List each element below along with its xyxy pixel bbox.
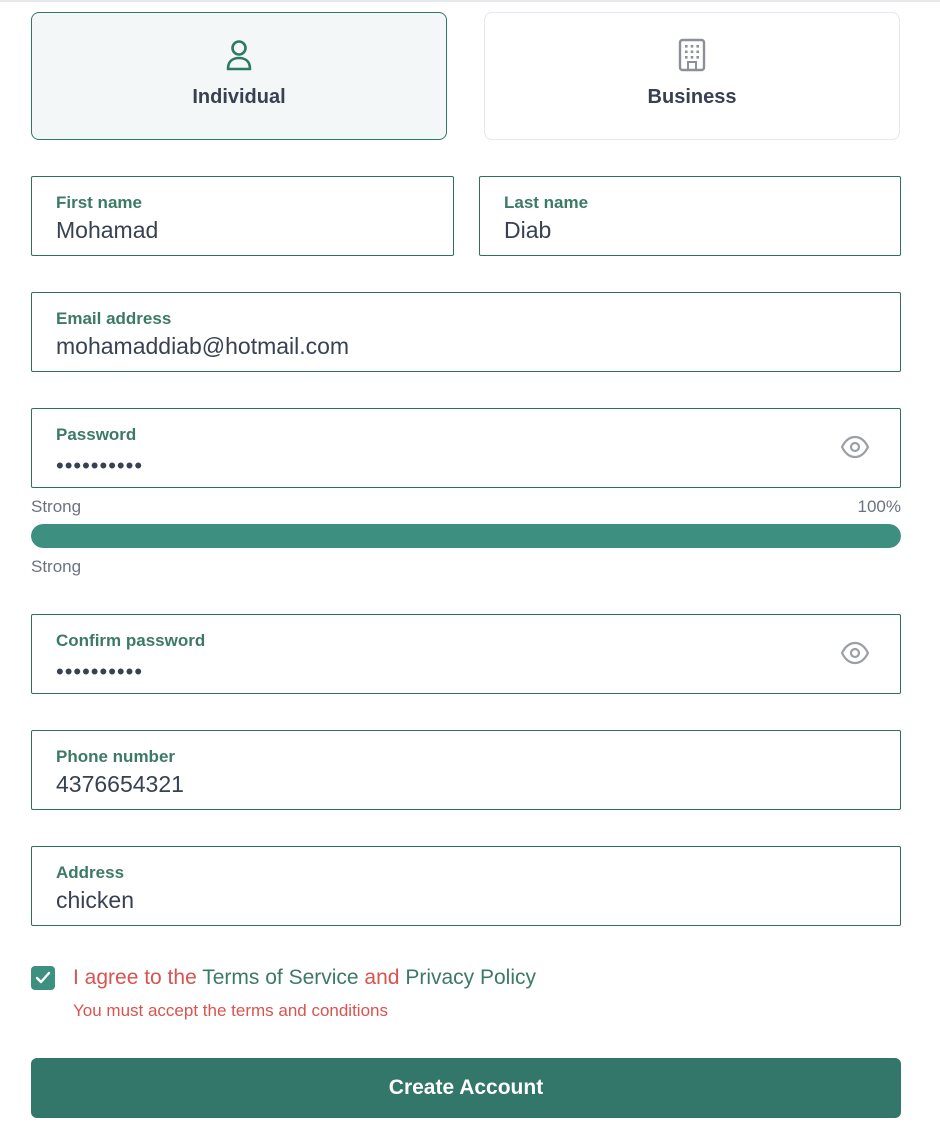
phone-label: Phone number xyxy=(56,747,176,766)
last-name-field[interactable]: Last name xyxy=(479,176,901,256)
checkmark-icon xyxy=(35,971,51,984)
address-label: Address xyxy=(56,863,125,882)
strength-label-bottom: Strong xyxy=(31,557,82,576)
password-field[interactable]: Password •••••••••• xyxy=(31,408,901,488)
terms-of-service-link[interactable]: Terms of Service xyxy=(202,966,358,989)
account-type-business-label: Business xyxy=(647,86,737,108)
show-password-eye-icon[interactable] xyxy=(840,435,870,459)
privacy-policy-link[interactable]: Privacy Policy xyxy=(405,966,536,989)
password-label: Password xyxy=(56,425,137,444)
terms-error-message: You must accept the terms and conditions xyxy=(73,1001,388,1020)
confirm-password-field[interactable]: Confirm password •••••••••• xyxy=(31,614,901,694)
account-type-business[interactable]: Business xyxy=(484,12,900,140)
phone-input[interactable] xyxy=(56,771,836,798)
strength-label-top: Strong xyxy=(31,497,82,516)
password-strength-bar xyxy=(31,524,901,548)
email-input[interactable] xyxy=(56,333,836,360)
email-label: Email address xyxy=(56,309,172,328)
password-strength-fill xyxy=(31,524,901,548)
confirm-password-label: Confirm password xyxy=(56,631,206,650)
terms-text: I agree to the Terms of Service and Priv… xyxy=(73,966,536,990)
password-input[interactable]: •••••••••• xyxy=(56,453,143,479)
person-icon xyxy=(226,40,252,71)
confirm-password-input[interactable]: •••••••••• xyxy=(56,659,143,685)
terms-conjunction: and xyxy=(358,966,406,989)
first-name-input[interactable] xyxy=(56,217,426,244)
address-input[interactable] xyxy=(56,887,836,914)
first-name-label: First name xyxy=(56,193,142,212)
strength-percent: 100% xyxy=(857,497,901,516)
top-divider xyxy=(0,0,940,2)
last-name-input[interactable] xyxy=(504,217,874,244)
account-type-individual[interactable]: Individual xyxy=(31,12,447,140)
email-field[interactable]: Email address xyxy=(31,292,901,372)
terms-prefix: I agree to the xyxy=(73,966,203,989)
building-icon xyxy=(678,38,706,72)
terms-checkbox[interactable] xyxy=(31,966,55,990)
last-name-label: Last name xyxy=(504,193,589,212)
account-type-individual-label: Individual xyxy=(192,86,286,108)
create-account-button[interactable]: Create Account xyxy=(31,1058,901,1118)
first-name-field[interactable]: First name xyxy=(31,176,454,256)
address-field[interactable]: Address xyxy=(31,846,901,926)
show-confirm-password-eye-icon[interactable] xyxy=(840,641,870,665)
phone-field[interactable]: Phone number xyxy=(31,730,901,810)
